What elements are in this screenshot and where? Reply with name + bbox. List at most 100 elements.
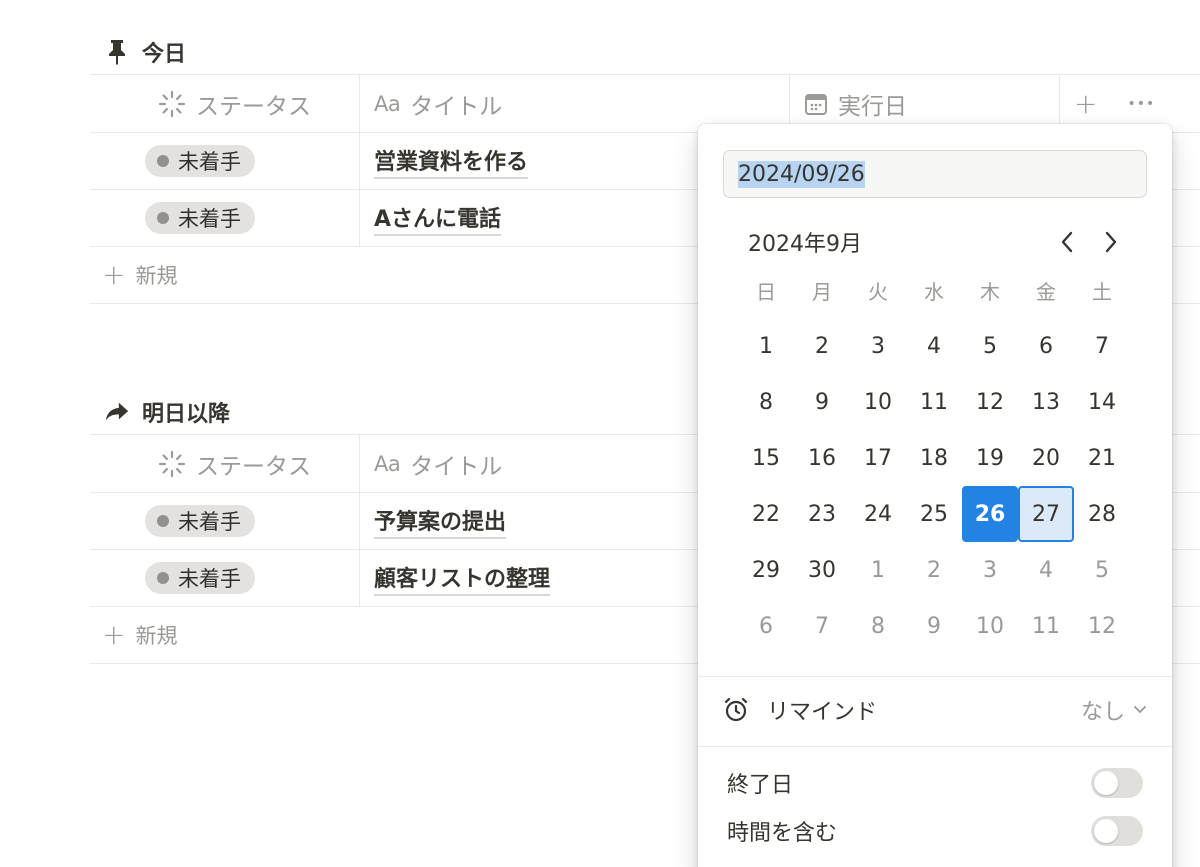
weekday-label: 土 bbox=[1092, 280, 1112, 304]
calendar-day-outside-month[interactable]: 5 bbox=[1074, 542, 1130, 598]
date-input-value: 2024/09/26 bbox=[738, 160, 865, 188]
calendar-week-row: 15 16 17 18 19 20 21 bbox=[738, 430, 1130, 486]
end-date-label: 終了日 bbox=[727, 773, 794, 798]
calendar-icon bbox=[804, 92, 828, 116]
section-title: 明日以降 bbox=[142, 402, 231, 427]
section-title: 今日 bbox=[142, 42, 187, 67]
weekday-label: 火 bbox=[868, 280, 888, 304]
calendar-week-row: 8 9 10 11 12 13 14 bbox=[738, 374, 1130, 430]
calendar-day[interactable]: 15 bbox=[738, 430, 794, 486]
forward-arrow-icon bbox=[104, 399, 130, 425]
calendar-day-outside-month[interactable]: 7 bbox=[794, 598, 850, 654]
calendar-day[interactable]: 25 bbox=[906, 486, 962, 542]
calendar-day[interactable]: 8 bbox=[738, 374, 794, 430]
calendar-day[interactable]: 3 bbox=[850, 318, 906, 374]
calendar-day[interactable]: 24 bbox=[850, 486, 906, 542]
status-badge: 未着手 bbox=[145, 202, 255, 234]
weekday-label: 木 bbox=[980, 280, 1000, 304]
column-label: ステータス bbox=[196, 453, 311, 480]
add-column-button[interactable]: + bbox=[1074, 87, 1097, 120]
calendar-day[interactable]: 30 bbox=[794, 542, 850, 598]
end-date-row: 終了日 bbox=[727, 763, 1143, 803]
status-cell[interactable]: 未着手 bbox=[90, 550, 360, 606]
calendar-day[interactable]: 18 bbox=[906, 430, 962, 486]
calendar-grid: 日月火水木金土 1 2 3 4 5 6 7 8 9 10 11 12 13 14 15 16 17 18 19 20 2… bbox=[738, 272, 1130, 654]
calendar-day[interactable]: 7 bbox=[1074, 318, 1130, 374]
calendar-day[interactable]: 20 bbox=[1018, 430, 1074, 486]
status-label: 未着手 bbox=[178, 207, 241, 231]
more-options-button[interactable]: ••• bbox=[1127, 96, 1155, 112]
column-header-status[interactable]: ステータス bbox=[90, 435, 360, 492]
calendar-day[interactable]: 4 bbox=[906, 318, 962, 374]
task-title-link[interactable]: 予算案の提出 bbox=[374, 504, 507, 539]
calendar-day[interactable]: 9 bbox=[794, 374, 850, 430]
include-time-row: 時間を含む bbox=[727, 811, 1143, 851]
date-picker-popover: 2024/09/26 2024年9月 日月火水木金土 1 2 3 4 5 6 7 8 9 10 11… bbox=[698, 124, 1172, 867]
plus-icon: + bbox=[102, 258, 126, 291]
divider bbox=[698, 746, 1172, 747]
column-header-status[interactable]: ステータス bbox=[90, 75, 360, 132]
task-title-link[interactable]: 顧客リストの整理 bbox=[374, 561, 551, 596]
text-type-icon: Aa bbox=[374, 451, 401, 476]
status-badge: 未着手 bbox=[145, 145, 255, 177]
calendar-day[interactable]: 22 bbox=[738, 486, 794, 542]
weekday-label: 月 bbox=[812, 280, 832, 304]
calendar-week-row: 29 30 1 2 3 4 5 bbox=[738, 542, 1130, 598]
calendar-day-outside-month[interactable]: 8 bbox=[850, 598, 906, 654]
remind-row[interactable]: リマインド なし bbox=[723, 690, 1147, 730]
status-badge: 未着手 bbox=[145, 505, 255, 537]
calendar-day[interactable]: 14 bbox=[1074, 374, 1130, 430]
status-cell[interactable]: 未着手 bbox=[90, 493, 360, 549]
calendar-day-outside-month[interactable]: 9 bbox=[906, 598, 962, 654]
calendar-day[interactable]: 5 bbox=[962, 318, 1018, 374]
chevron-left-icon[interactable] bbox=[1056, 227, 1078, 257]
calendar-day-outside-month[interactable]: 2 bbox=[906, 542, 962, 598]
remind-select[interactable]: なし bbox=[1081, 694, 1147, 726]
calendar-day[interactable]: 2 bbox=[794, 318, 850, 374]
calendar-day[interactable]: 28 bbox=[1074, 486, 1130, 542]
calendar-day[interactable]: 1 bbox=[738, 318, 794, 374]
status-cell[interactable]: 未着手 bbox=[90, 190, 360, 246]
calendar-day-outside-month[interactable]: 10 bbox=[962, 598, 1018, 654]
end-date-toggle[interactable] bbox=[1091, 768, 1143, 798]
task-title-link[interactable]: Aさんに電話 bbox=[374, 201, 502, 236]
new-row-label: 新規 bbox=[135, 264, 178, 288]
remind-label: リマインド bbox=[767, 700, 878, 725]
remind-value: なし bbox=[1080, 700, 1125, 725]
weekday-header-row: 日月火水木金土 bbox=[738, 272, 1130, 318]
date-input-field[interactable]: 2024/09/26 bbox=[723, 150, 1147, 198]
chevron-down-icon bbox=[1133, 705, 1147, 715]
calendar-day-outside-month[interactable]: 6 bbox=[738, 598, 794, 654]
calendar-day[interactable]: 12 bbox=[962, 374, 1018, 430]
status-spinner-icon bbox=[158, 90, 186, 118]
calendar-week-row: 22 23 24 25 26 27 28 bbox=[738, 486, 1130, 542]
calendar-day[interactable]: 29 bbox=[738, 542, 794, 598]
divider bbox=[698, 676, 1172, 677]
status-cell[interactable]: 未着手 bbox=[90, 133, 360, 189]
calendar-day[interactable]: 17 bbox=[850, 430, 906, 486]
calendar-day[interactable]: 6 bbox=[1018, 318, 1074, 374]
calendar-day-outside-month[interactable]: 3 bbox=[962, 542, 1018, 598]
status-label: 未着手 bbox=[178, 510, 241, 534]
calendar-day[interactable]: 13 bbox=[1018, 374, 1074, 430]
include-time-toggle[interactable] bbox=[1091, 816, 1143, 846]
status-label: 未着手 bbox=[178, 150, 241, 174]
calendar-day[interactable]: 10 bbox=[850, 374, 906, 430]
calendar-day[interactable]: 23 bbox=[794, 486, 850, 542]
calendar-day-outside-month[interactable]: 11 bbox=[1018, 598, 1074, 654]
task-title-link[interactable]: 営業資料を作る bbox=[374, 144, 529, 179]
status-spinner-icon bbox=[158, 450, 186, 478]
calendar-day[interactable]: 19 bbox=[962, 430, 1018, 486]
calendar-day[interactable]: 21 bbox=[1074, 430, 1130, 486]
section-heading-today: 今日 bbox=[90, 30, 1200, 74]
chevron-right-icon[interactable] bbox=[1100, 227, 1122, 257]
calendar-week-row: 6 7 8 9 10 11 12 bbox=[738, 598, 1130, 654]
calendar-day[interactable]: 27 bbox=[1018, 486, 1074, 542]
calendar-day-outside-month[interactable]: 4 bbox=[1018, 542, 1074, 598]
calendar-day-outside-month[interactable]: 12 bbox=[1074, 598, 1130, 654]
calendar-day[interactable]: 16 bbox=[794, 430, 850, 486]
calendar-day[interactable]: 11 bbox=[906, 374, 962, 430]
calendar-day-selected[interactable]: 26 bbox=[962, 486, 1018, 542]
calendar-day-outside-month[interactable]: 1 bbox=[850, 542, 906, 598]
plus-icon: + bbox=[102, 618, 126, 651]
